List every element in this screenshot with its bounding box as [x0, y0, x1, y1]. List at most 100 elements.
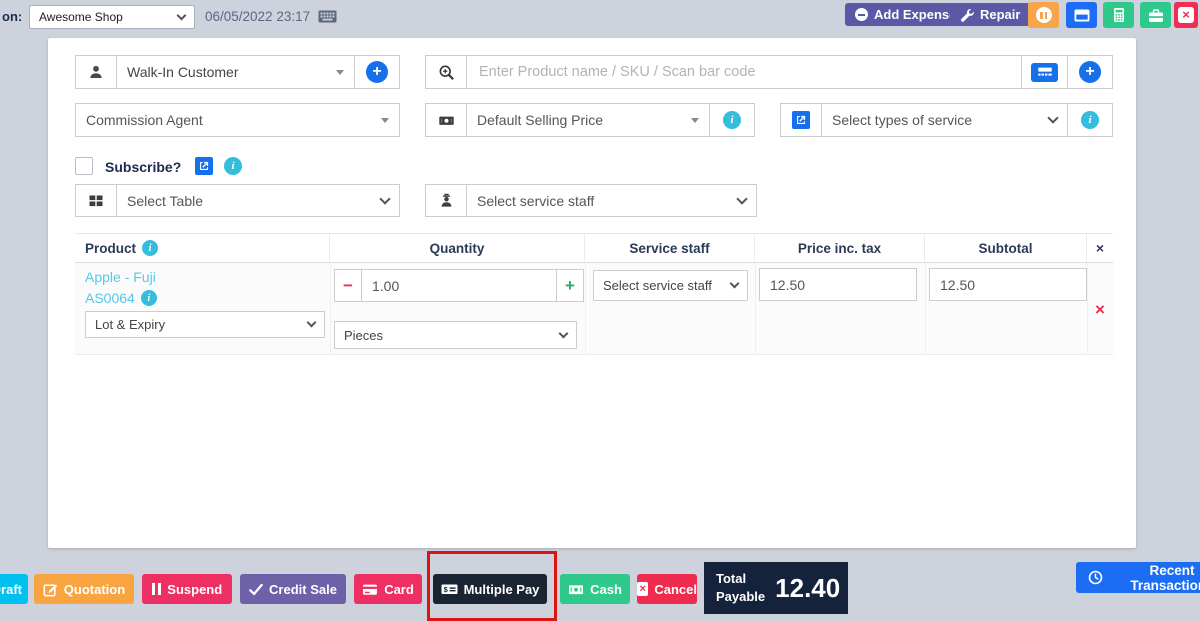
credit-card-icon [362, 583, 378, 596]
column-header-service-staff: Service staff [585, 234, 755, 262]
multiple-pay-button[interactable]: $ Multiple Pay [433, 574, 547, 604]
clock-icon [1088, 570, 1103, 585]
lot-expiry-value: Lot & Expiry [95, 317, 302, 332]
quantity-decrement-button[interactable]: − [334, 269, 361, 302]
product-search-group: + [425, 55, 1113, 89]
product-name-link[interactable]: Apple - Fuji [85, 269, 156, 285]
table-select-group: Select Table [75, 184, 400, 217]
customer-select[interactable]: Walk-In Customer [117, 55, 355, 89]
check-icon [249, 583, 263, 596]
quantity-input[interactable] [361, 269, 557, 302]
product-sku-row: AS0064 i [85, 290, 157, 306]
total-payable-value: 12.40 [775, 573, 840, 604]
service-type-value: Select types of service [832, 112, 1043, 128]
table-select[interactable]: Select Table [117, 184, 400, 217]
chevron-down-icon [559, 328, 569, 338]
cart-table-header: Product i Quantity Service staff Price i… [75, 233, 1113, 263]
subscribe-checkbox[interactable] [75, 157, 93, 175]
remove-row-button[interactable]: × [1095, 301, 1105, 318]
location-select[interactable]: Awesome Shop [29, 5, 195, 29]
draft-button[interactable]: Draft [0, 574, 28, 604]
product-info-icon[interactable]: i [142, 240, 158, 256]
top-bar: on: Awesome Shop 06/05/2022 23:17 Add Ex… [0, 0, 1200, 32]
unit-select[interactable]: Pieces [334, 321, 577, 349]
chevron-down-icon [736, 193, 747, 204]
add-expense-button[interactable]: Add Expense [845, 3, 966, 26]
caret-down-icon [336, 70, 344, 75]
subscribe-info-icon[interactable]: i [224, 157, 242, 175]
location-label: on: [2, 9, 22, 24]
pause-icon [152, 583, 162, 595]
cart-clear-button[interactable]: × [1087, 234, 1113, 262]
customer-icon [75, 55, 117, 89]
subtotal-input[interactable] [929, 268, 1087, 301]
close-register-button[interactable]: × [1174, 2, 1198, 28]
calculator-button[interactable] [1103, 2, 1134, 28]
wrench-icon [960, 8, 974, 22]
commission-agent-select[interactable]: Commission Agent [75, 103, 400, 137]
caret-down-icon [381, 118, 389, 123]
service-type-info-cell: i [1068, 103, 1113, 137]
card-button[interactable]: Card [354, 574, 422, 604]
location-select-value: Awesome Shop [39, 10, 178, 24]
product-search-input[interactable] [467, 55, 1022, 89]
search-plus-icon [425, 55, 467, 89]
cancel-button[interactable]: × Cancel [637, 574, 697, 604]
quotation-button[interactable]: Quotation [34, 574, 134, 604]
quantity-increment-button[interactable]: + [557, 269, 584, 302]
external-link-cell [780, 103, 822, 137]
credit-sale-button[interactable]: Credit Sale [240, 574, 346, 604]
subscribe-label: Subscribe? [105, 159, 181, 175]
suspended-sales-button[interactable] [1028, 2, 1059, 28]
multiple-pay-label: Multiple Pay [464, 582, 540, 597]
keyboard-button[interactable] [1031, 63, 1058, 82]
product-sku: AS0064 [85, 290, 135, 306]
pause-circle-icon [1036, 7, 1052, 23]
subscription-external-link-icon[interactable] [195, 157, 213, 175]
unit-value: Pieces [344, 328, 554, 343]
price-group-info-cell: i [710, 103, 755, 137]
cash-button[interactable]: Cash [560, 574, 630, 604]
price-group-select[interactable]: Default Selling Price [467, 103, 710, 137]
service-staff-value: Select service staff [477, 193, 732, 209]
row-service-staff-select[interactable]: Select service staff [593, 270, 748, 301]
sku-info-icon[interactable]: i [141, 290, 157, 306]
info-icon[interactable]: i [1081, 111, 1099, 129]
caret-down-icon [691, 118, 699, 123]
external-link-icon [792, 111, 810, 129]
add-customer-button[interactable]: + [366, 61, 388, 83]
datetime-keyboard-icon[interactable] [318, 10, 337, 28]
commission-agent-value: Commission Agent [86, 112, 375, 128]
repair-button[interactable]: Repair [950, 3, 1030, 26]
service-staff-select[interactable]: Select service staff [467, 184, 757, 217]
recent-transactions-button[interactable]: Recent Transactions [1076, 562, 1200, 593]
chevron-down-icon [730, 279, 740, 289]
price-group-value: Default Selling Price [477, 112, 685, 128]
column-header-price: Price inc. tax [755, 234, 925, 262]
customer-group: Walk-In Customer + [75, 55, 400, 89]
cash-icon [568, 583, 584, 596]
money-check-icon: $ [441, 582, 458, 596]
fullscreen-window-button[interactable] [1066, 2, 1097, 28]
quotation-label: Quotation [64, 582, 125, 597]
service-staff-group: Select service staff [425, 184, 757, 217]
register-details-button[interactable] [1140, 2, 1171, 28]
quantity-stepper: − + [334, 269, 584, 302]
minus-circle-icon [855, 8, 868, 21]
suspend-button[interactable]: Suspend [142, 574, 232, 604]
lot-expiry-select[interactable]: Lot & Expiry [85, 311, 325, 338]
row-service-staff-value: Select service staff [603, 278, 725, 293]
column-header-product: Product i [75, 234, 330, 262]
transaction-datetime: 06/05/2022 23:17 [205, 9, 310, 24]
info-icon[interactable]: i [723, 111, 741, 129]
add-expense-label: Add Expense [874, 7, 956, 22]
add-product-button[interactable]: + [1079, 61, 1101, 83]
column-header-subtotal: Subtotal [925, 234, 1087, 262]
add-customer-cell: + [355, 55, 400, 89]
price-inc-tax-input[interactable] [759, 268, 917, 301]
repair-label: Repair [980, 7, 1020, 22]
add-product-cell: + [1068, 55, 1113, 89]
edit-icon [43, 582, 58, 597]
service-type-select[interactable]: Select types of service [822, 103, 1068, 137]
draft-label: Draft [0, 582, 22, 597]
